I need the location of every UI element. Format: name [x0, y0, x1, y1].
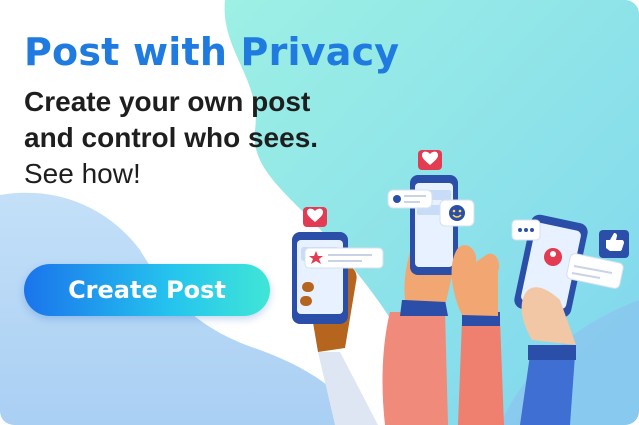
see-how-link[interactable]: See how! — [24, 158, 141, 189]
promo-subtitle-text: Create your own post and control who see… — [24, 86, 319, 153]
privacy-promo-card: Post with Privacy Create your own post a… — [0, 0, 639, 425]
create-post-button[interactable]: Create Post — [24, 264, 270, 316]
promo-subtitle: Create your own post and control who see… — [24, 84, 344, 192]
promo-title: Post with Privacy — [24, 30, 400, 74]
